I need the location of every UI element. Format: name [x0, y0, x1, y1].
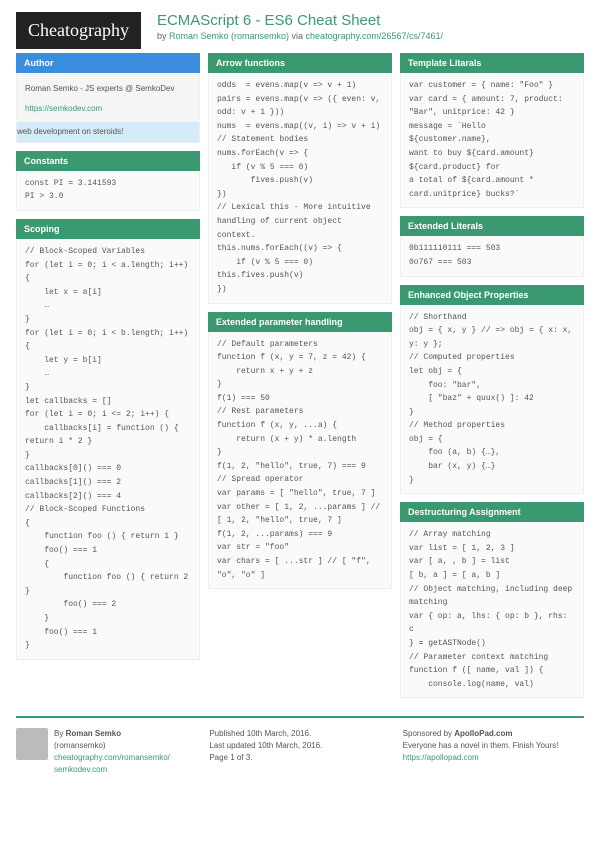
footer-handle: (romansemko): [54, 741, 106, 750]
author-site-link[interactable]: https://semkodev.com: [25, 104, 102, 113]
scoping-code: // Block-Scoped Variables for (let i = 0…: [16, 239, 200, 660]
template-heading: Template Litarals: [400, 53, 584, 73]
enhobj-code: // Shorthand obj = { x, y } // => obj = …: [400, 305, 584, 495]
scoping-heading: Scoping: [16, 219, 200, 239]
avatar: [16, 728, 48, 760]
constants-heading: Constants: [16, 151, 200, 171]
enhobj-heading: Enhanced Object Properties: [400, 285, 584, 305]
author-tagline: web development on steroids!: [17, 122, 199, 142]
page-title: ECMAScript 6 - ES6 Cheat Sheet: [157, 12, 443, 29]
extparam-code: // Default parameters function f (x, y =…: [208, 332, 392, 590]
destruct-code: // Array matching var list = [ 1, 2, 3 ]…: [400, 522, 584, 698]
footer-author: Roman Semko: [66, 729, 122, 738]
author-desc: Roman Semko - JS experts @ SemkoDev: [25, 79, 191, 99]
destruct-heading: Destructuring Assignment: [400, 502, 584, 522]
source-link[interactable]: cheatography.com/26567/cs/7461/: [306, 31, 443, 41]
logo: Cheatography: [16, 12, 141, 49]
sponsor-name: ApolloPad.com: [454, 729, 512, 738]
extlit-heading: Extended Literals: [400, 216, 584, 236]
footer-site-link[interactable]: semkodev.com: [54, 765, 107, 774]
author-link[interactable]: Roman Semko (romansemko): [169, 31, 289, 41]
page-number: Page 1 of 3.: [209, 753, 252, 762]
template-code: var customer = { name: "Foo" } var card …: [400, 73, 584, 208]
published-date: Published 10th March, 2016.: [209, 729, 311, 738]
extparam-heading: Extended parameter handling: [208, 312, 392, 332]
constants-code: const PI = 3.141593 PI > 3.0: [16, 171, 200, 211]
arrow-heading: Arrow functions: [208, 53, 392, 73]
sponsor-link[interactable]: https://apollopad.com: [403, 753, 479, 762]
updated-date: Last updated 10th March, 2016.: [209, 741, 322, 750]
footer-cheat-link[interactable]: cheatography.com/romansemko/: [54, 753, 170, 762]
sponsor-tagline: Everyone has a novel in them. Finish You…: [403, 741, 559, 750]
arrow-code: odds = evens.map(v => v + 1) pairs = eve…: [208, 73, 392, 304]
author-heading: Author: [16, 53, 200, 73]
extlit-code: 0b111110111 === 503 0o767 === 503: [400, 236, 584, 276]
byline: by Roman Semko (romansemko) via cheatogr…: [157, 31, 443, 41]
